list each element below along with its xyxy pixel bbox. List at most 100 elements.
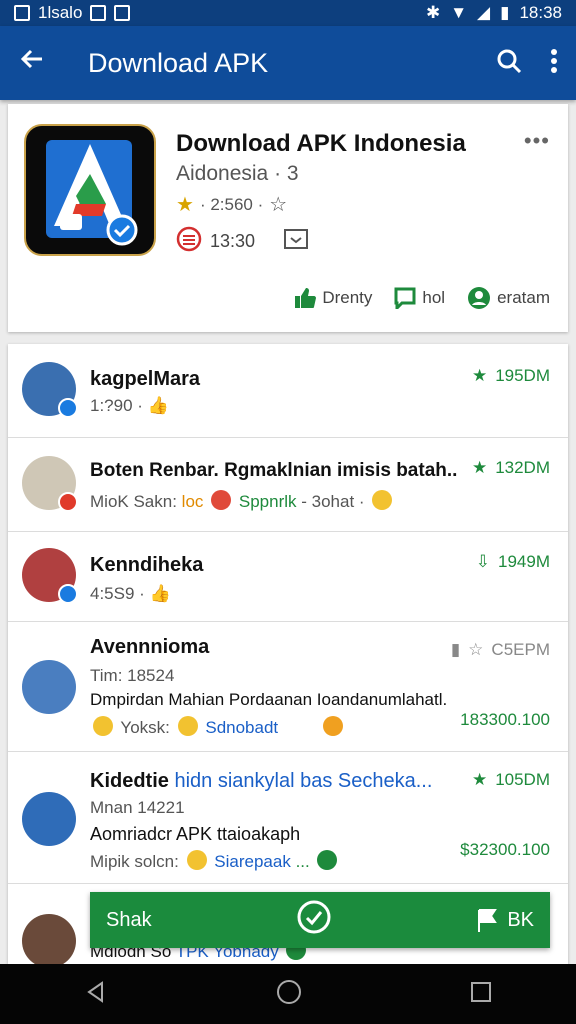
item-subtitle: MioK Sakn: loc Sppnrlk - 3ohat ·: [90, 490, 395, 512]
rating-value: · 2:560 ·: [199, 194, 264, 214]
item-title-b: hidn siankylal bas Secheka...: [174, 770, 433, 792]
comment-list: kagpelMara 1:?90 · 👍 ★ 195DM Boten Renba…: [8, 344, 568, 964]
download-notification-icon: [114, 5, 131, 21]
emoji-icon: [177, 716, 198, 736]
item-amount: $32300.100: [460, 840, 550, 859]
item-stat-value: 1949M: [498, 552, 550, 571]
snackbar-action-label: BK: [507, 908, 534, 931]
item-stat: ⇩ 1949M: [476, 552, 550, 572]
item-title-a: Kidedtie: [90, 770, 169, 792]
item-sub-a: MioK Sakn:: [90, 492, 177, 511]
item-sub-d: - 3ohat ·: [301, 492, 365, 511]
item-subtitle: 1:?90 · 👍: [90, 396, 169, 416]
item-time: 4:5S9 ·: [90, 584, 145, 603]
back-nav-icon[interactable]: [84, 980, 108, 1009]
card-more-icon[interactable]: •••: [524, 128, 550, 154]
item-sub-b: Sdnobadt: [205, 718, 279, 737]
item-meta: Mipik solcn: Siarepaak ...: [90, 850, 340, 872]
comment-button[interactable]: hol: [394, 287, 445, 309]
star-outline-icon: ☆: [269, 194, 288, 216]
star-icon: ★: [471, 458, 488, 477]
item-stat-value: 105DM: [495, 770, 550, 789]
image-notification-icon: [90, 5, 107, 21]
app-rating: ★ · 2:560 · ☆: [176, 192, 287, 217]
item-stat: ▮ ☆ C5EPM: [451, 640, 550, 660]
item-sub-c: Sppnrlk: [238, 492, 297, 511]
recents-nav-icon[interactable]: [470, 981, 492, 1008]
snackbar-action[interactable]: BK: [477, 908, 534, 932]
item-body: Aomriadcr APK ttaioakaph: [90, 824, 301, 844]
app-developer[interactable]: Aidonesia · 3: [176, 162, 299, 186]
item-sub-a: Yoksk:: [120, 718, 170, 737]
item-title: Kidedtie hidn siankylal bas Secheka...: [90, 770, 432, 793]
app-bar: Download APK: [0, 26, 576, 100]
emoji-icon: [211, 490, 232, 510]
alert-badge-icon: [58, 492, 78, 512]
verified-badge-icon: [58, 398, 78, 418]
item-meta: Yoksk: Sdnobadt: [90, 716, 346, 738]
star-icon: ★: [471, 770, 488, 789]
item-title: kagpelMara: [90, 368, 201, 390]
item-amount: 183300.100: [460, 710, 550, 729]
item-stat-value: C5EPM: [491, 640, 550, 659]
back-arrow-icon[interactable]: [18, 45, 62, 81]
size-value: 13:30: [210, 231, 256, 251]
snackbar[interactable]: Shak BK: [90, 892, 550, 948]
rating-badge-icon: [176, 226, 202, 257]
item-title: Avennnioma: [90, 636, 210, 658]
item-stat: ★ 105DM: [472, 770, 550, 790]
like-button[interactable]: Drenty: [294, 287, 372, 309]
app-card[interactable]: Download APK Indonesia Aidonesia · 3 ★ ·…: [8, 104, 568, 332]
profile-icon: [468, 287, 491, 309]
star-icon: ★: [176, 194, 194, 216]
app-logo-icon: [24, 124, 156, 256]
item-body: Dmpirdan Mahian Pordaanan Ioandanumlahat…: [90, 690, 448, 709]
check-circle-icon[interactable]: [296, 899, 332, 941]
list-item[interactable]: Kidedtie hidn siankylal bas Secheka... M…: [8, 752, 568, 884]
item-time: 1:?90 ·: [90, 396, 143, 415]
item-sub-b: Siarepaak: [214, 852, 291, 871]
comment-label: hol: [422, 288, 446, 307]
list-item[interactable]: kagpelMara 1:?90 · 👍 ★ 195DM: [8, 344, 568, 438]
system-nav-bar: [0, 964, 576, 1024]
item-stat: ★ 195DM: [472, 366, 550, 386]
status-icon: [317, 850, 338, 870]
thumbs-up-icon: [295, 288, 317, 308]
emoji-icon: [372, 490, 393, 510]
download-box-icon: [283, 228, 309, 255]
list-item[interactable]: Kenndiheka 4:5S9 · 👍 ⇩ 1949M: [8, 532, 568, 622]
like-icon: 👍: [149, 584, 171, 603]
lock-icon: ▮: [450, 640, 461, 659]
search-icon[interactable]: [496, 48, 522, 79]
item-subtitle: 4:5S9 · 👍: [90, 584, 171, 604]
avatar: [22, 456, 78, 512]
app-actions: Drenty hol eratam: [294, 286, 550, 310]
clock: 18:38: [519, 3, 562, 22]
signal-icon: ◢: [477, 3, 491, 22]
avatar: [22, 362, 78, 418]
vibrate-icon: ✱: [425, 3, 441, 22]
item-title: Kenndiheka: [90, 554, 204, 576]
item-sub-b: loc: [181, 492, 204, 511]
home-nav-icon[interactable]: [276, 979, 302, 1010]
item-stat-value: 132DM: [495, 458, 550, 477]
avatar: [22, 660, 76, 714]
list-item[interactable]: Avennnioma Tim: 18524 Dmpirdan Mahian Po…: [8, 622, 568, 752]
download-icon: ⇩: [475, 552, 491, 571]
notification-icon: [14, 5, 30, 21]
share-button[interactable]: eratam: [467, 286, 550, 310]
item-title: Boten Renbar. Rgmaklnian imisis batah..: [90, 460, 458, 481]
snackbar-label: Shak: [106, 908, 152, 931]
avatar: [22, 792, 76, 846]
star-icon: ★: [471, 366, 488, 385]
verified-badge-icon: [58, 584, 78, 604]
list-item[interactable]: Boten Renbar. Rgmaklnian imisis batah.. …: [8, 438, 568, 532]
overflow-menu-icon[interactable]: [550, 48, 558, 79]
wifi-icon: ▼: [450, 3, 468, 22]
star-outline-icon: ☆: [468, 640, 484, 659]
emoji-icon: [322, 716, 343, 736]
comment-icon: [394, 287, 416, 309]
avatar: [22, 914, 76, 964]
share-label: eratam: [497, 288, 550, 307]
status-bar: 1lsalo ✱ ▼ ◢ ▮ 18:38: [0, 0, 576, 26]
